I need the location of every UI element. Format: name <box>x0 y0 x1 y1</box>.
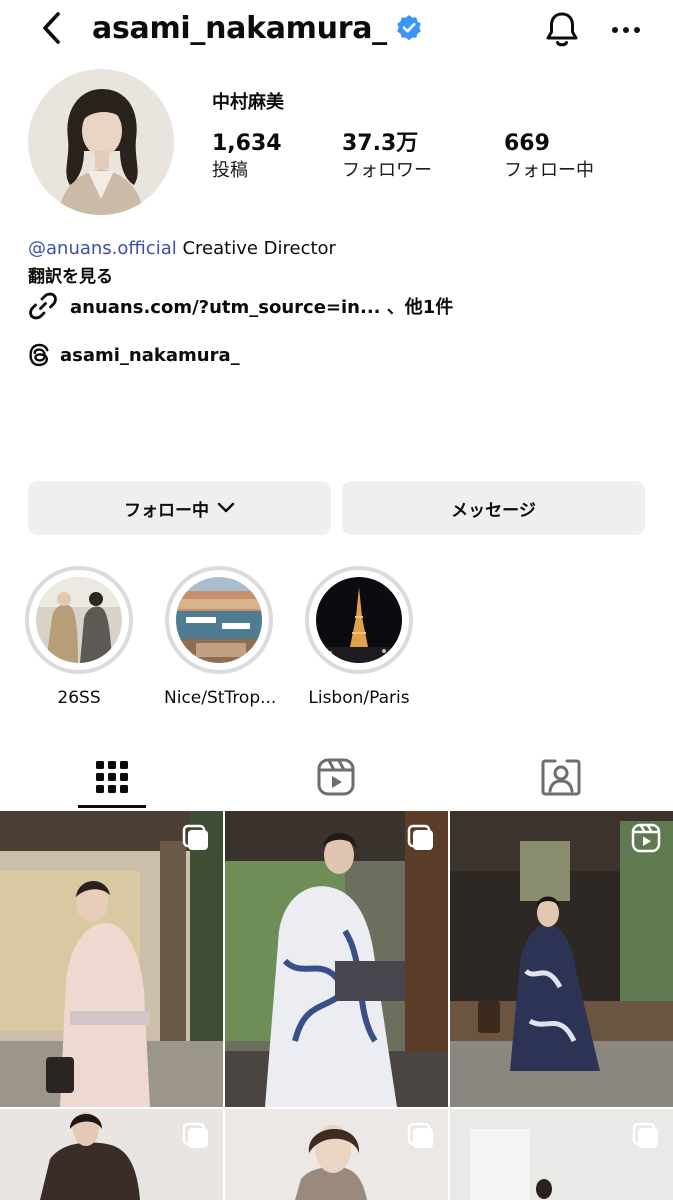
threads-link[interactable]: asami_nakamura_ <box>28 340 240 370</box>
following-label: フォロー中 <box>504 160 594 181</box>
grid-post[interactable] <box>225 811 448 1107</box>
carousel-icon <box>407 824 433 850</box>
highlight-item[interactable]: Lisbon/Paris <box>304 566 414 708</box>
header-username-wrap: asami_nakamura_ <box>92 8 423 48</box>
highlight-ring <box>25 566 133 674</box>
grid-post[interactable] <box>0 1109 223 1200</box>
avatar-image <box>28 69 174 215</box>
chevron-down-icon <box>217 502 235 513</box>
highlight-cover <box>176 577 262 663</box>
followers-count[interactable]: 37.3万 フォロワー <box>342 130 432 184</box>
posts-count[interactable]: 1,634 投稿 <box>212 130 282 184</box>
bio-mention-link[interactable]: @anuans.official <box>28 238 177 259</box>
highlight-item[interactable]: Nice/StTrop... <box>164 566 277 708</box>
display-name: 中村麻美 <box>212 92 284 113</box>
header-username: asami_nakamura_ <box>92 10 387 46</box>
bio: @anuans.official Creative Director <box>28 236 336 262</box>
highlight-label: Nice/StTrop... <box>164 688 277 708</box>
threads-icon <box>29 343 49 367</box>
external-link[interactable]: anuans.com/?utm_source=in... 、他1件 <box>28 290 453 322</box>
following-button[interactable]: フォロー中 <box>28 481 331 535</box>
message-button[interactable]: メッセージ <box>342 481 645 535</box>
highlight-ring <box>305 566 413 674</box>
posts-label: 投稿 <box>212 160 248 181</box>
highlight-cover <box>36 577 122 663</box>
grid-post[interactable] <box>0 811 223 1107</box>
bio-text: Creative Director <box>176 238 336 259</box>
link-icon <box>29 292 57 320</box>
carousel-icon <box>407 1122 433 1148</box>
grid-post[interactable] <box>450 811 673 1107</box>
followers-value: 37.3万 <box>342 131 419 156</box>
post-image <box>225 811 448 1107</box>
following-count[interactable]: 669 フォロー中 <box>504 130 594 184</box>
following-button-label: フォロー中 <box>124 500 209 521</box>
carousel-icon <box>182 824 208 850</box>
bell-icon <box>546 12 578 47</box>
tab-reels[interactable] <box>224 745 448 809</box>
grid-post[interactable] <box>225 1109 448 1200</box>
translate-link[interactable]: 翻訳を見る <box>28 262 113 287</box>
grid-icon <box>96 761 128 793</box>
notifications-button[interactable] <box>540 8 584 52</box>
carousel-icon <box>182 1122 208 1148</box>
followers-label: フォロワー <box>342 160 432 181</box>
tagged-icon <box>541 759 581 796</box>
external-link-more: 、他1件 <box>380 297 454 318</box>
back-button[interactable] <box>34 10 70 46</box>
post-image <box>450 811 673 1107</box>
tab-tagged[interactable] <box>449 745 673 809</box>
highlight-label: Lisbon/Paris <box>308 688 410 708</box>
active-tab-indicator <box>78 805 146 808</box>
grid-post[interactable] <box>450 1109 673 1200</box>
profile-avatar[interactable] <box>28 69 174 215</box>
threads-handle: asami_nakamura_ <box>60 344 240 366</box>
reels-icon <box>317 758 355 796</box>
posts-value: 1,634 <box>212 131 282 156</box>
top-bar: asami_nakamura_ <box>0 0 673 60</box>
tab-posts[interactable] <box>0 745 224 809</box>
carousel-icon <box>632 1122 658 1148</box>
highlight-item[interactable]: 26SS <box>24 566 134 708</box>
highlight-cover <box>316 577 402 663</box>
profile-page: asami_nakamura_ 中村麻美 1,634 投稿 37.3万 フォロワ… <box>0 0 673 1200</box>
highlight-ring <box>165 566 273 674</box>
post-image <box>0 811 223 1107</box>
more-horizontal-icon <box>612 27 640 33</box>
more-options-button[interactable] <box>604 8 648 52</box>
highlight-label: 26SS <box>57 688 101 708</box>
chevron-left-icon <box>43 12 60 44</box>
message-button-label: メッセージ <box>451 500 536 521</box>
reel-icon <box>631 823 661 853</box>
following-value: 669 <box>504 131 550 156</box>
verified-badge-icon <box>395 14 423 42</box>
external-link-text: anuans.com/?utm_source=in... <box>70 297 381 318</box>
